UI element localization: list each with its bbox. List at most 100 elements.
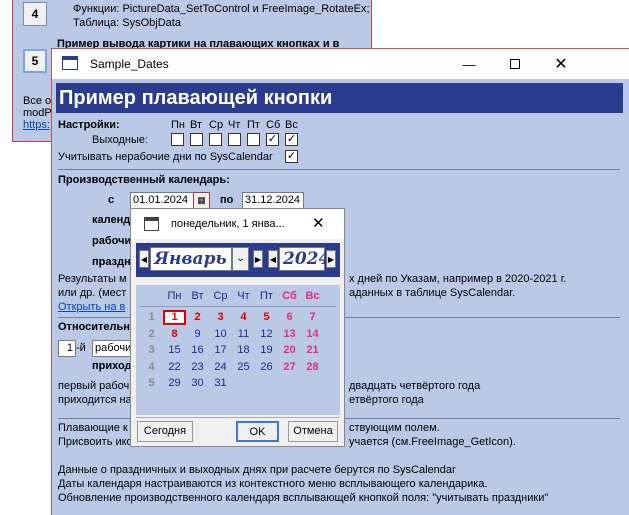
from-date-input[interactable]: 01.01.2024 (130, 192, 200, 209)
next-year-button[interactable]: ▶ (326, 250, 336, 268)
weekend-checkbox-fri[interactable] (247, 133, 260, 146)
day-cell[interactable]: 22 (163, 360, 186, 375)
day-cell[interactable]: 9 (186, 327, 209, 342)
day-cell[interactable]: 14 (301, 327, 324, 342)
day-cell[interactable]: 2 (186, 310, 209, 325)
month-dropdown-button[interactable]: ⌄ (232, 247, 249, 271)
first-text-1b: двадцать четвёртого года (349, 380, 481, 392)
triangle-left-icon: ◀ (269, 254, 277, 264)
calendar-picker-button[interactable]: ▦ (193, 192, 210, 209)
results-text-2a: или др. (мест (58, 287, 127, 299)
day-header: Вс (285, 119, 298, 131)
year-field[interactable]: 2024 (279, 247, 330, 271)
weekday-header: Вт (191, 290, 204, 302)
year-value: 2024 (283, 249, 331, 269)
row-number-4[interactable]: 4 (23, 2, 47, 26)
day-cell[interactable]: 23 (186, 360, 209, 375)
row4-line2: Таблица: SysObjData (73, 17, 181, 29)
minimize-icon: — (462, 56, 476, 72)
day-cell[interactable]: 21 (301, 343, 324, 358)
day-cell[interactable]: 24 (209, 360, 232, 375)
day-cell[interactable]: 3 (209, 310, 232, 325)
bg-link-fragment[interactable]: https: (23, 119, 50, 131)
divider (58, 169, 620, 170)
week-number: 2 (148, 327, 155, 340)
day-cell[interactable]: 17 (209, 343, 232, 358)
prev-month-button[interactable]: ◀ (139, 250, 149, 268)
day-cell[interactable]: 18 (232, 343, 255, 358)
today-button[interactable]: Сегодня (137, 421, 193, 442)
first-text-1a: первый рабоч (58, 380, 130, 392)
calendar-title-bar[interactable]: понедельник, 1 янва... ✕ (131, 209, 344, 239)
float-text-1b: ствующим полем. (349, 422, 440, 434)
weekend-checkbox-wed[interactable] (209, 133, 222, 146)
working-day-select[interactable]: рабочи (92, 340, 132, 357)
day-cell[interactable]: 1 (163, 310, 186, 325)
to-date-input[interactable]: 31.12.2024 (242, 192, 304, 209)
weekend-checkbox-mon[interactable] (171, 133, 184, 146)
weekend-checkbox-tue[interactable] (190, 133, 203, 146)
row-number-5[interactable]: 5 (23, 49, 47, 73)
day-cell[interactable]: 30 (186, 376, 209, 391)
info-line-1: Данные о праздничных и выходных днях при… (58, 464, 456, 476)
day-cell[interactable]: 15 (163, 343, 186, 358)
day-cell[interactable]: 10 (209, 327, 232, 342)
results-text-1a: Результаты м (58, 273, 127, 285)
calendar-popup: понедельник, 1 янва... ✕ ◀ Январь ⌄ ▶ ◀ … (130, 208, 345, 447)
maximize-icon (510, 59, 520, 69)
day-cell[interactable]: 16 (186, 343, 209, 358)
ok-button[interactable]: OK (236, 421, 279, 442)
weekend-checkbox-thu[interactable] (228, 133, 241, 146)
day-cell[interactable]: 25 (232, 360, 255, 375)
minimize-button[interactable]: — (446, 49, 492, 79)
maximize-button[interactable] (492, 49, 538, 79)
day-cell[interactable]: 20 (278, 343, 301, 358)
weekday-header: Чт (237, 290, 250, 302)
open-link[interactable]: Открыть на в (58, 301, 125, 313)
calendar-navigation: ◀ Январь ⌄ ▶ ◀ 2024 ▶ (136, 243, 340, 277)
n-suffix: -й (76, 342, 86, 354)
triangle-right-icon: ▶ (254, 254, 262, 264)
calendar-days-label: календ (92, 214, 131, 226)
info-line-3: Обновление производственного календаря в… (58, 492, 549, 504)
form-icon (62, 56, 78, 70)
page-header: Пример плавающей кнопки (56, 83, 623, 113)
weekday-header: Пн (167, 290, 182, 302)
day-cell[interactable]: 12 (255, 327, 278, 342)
syscal-checkbox[interactable]: ✓ (285, 150, 298, 163)
relative-label: Относительн (58, 321, 130, 333)
row4-line1: Функции: PictureData_SetToControl и Free… (73, 3, 370, 15)
results-text-1b: х дней по Указам, например в 2020-2021 г… (349, 273, 567, 285)
calendar-close-button[interactable]: ✕ (312, 214, 325, 232)
day-cell[interactable]: 8 (163, 327, 186, 342)
day-cell[interactable]: 31 (209, 376, 232, 391)
weekend-checkbox-sat[interactable]: ✓ (266, 133, 279, 146)
calendar-window-icon (144, 217, 159, 231)
close-icon: ✕ (554, 56, 568, 73)
day-cell[interactable]: 7 (301, 310, 324, 325)
day-cell[interactable]: 28 (301, 360, 324, 375)
next-month-button[interactable]: ▶ (253, 250, 263, 268)
day-cell[interactable]: 6 (278, 310, 301, 325)
day-cell[interactable]: 26 (255, 360, 278, 375)
cancel-button[interactable]: Отмена (288, 421, 338, 442)
results-text-2b: аданных в таблице SysCalendar. (349, 287, 516, 299)
float-text-1a: Плавающие к (58, 422, 128, 434)
working-days-label: рабочи (92, 235, 132, 247)
day-cell[interactable]: 13 (278, 327, 301, 342)
day-header: Вт (190, 119, 203, 131)
day-cell[interactable]: 19 (255, 343, 278, 358)
prev-year-button[interactable]: ◀ (268, 250, 278, 268)
day-cell[interactable]: 4 (232, 310, 255, 325)
day-cell[interactable]: 29 (163, 376, 186, 391)
weekday-header: Ср (213, 290, 228, 302)
day-cell[interactable]: 27 (278, 360, 301, 375)
close-button[interactable]: ✕ (538, 49, 584, 79)
day-cell[interactable]: 11 (232, 327, 255, 342)
n-input[interactable]: 1 (58, 340, 76, 357)
month-select[interactable]: Январь (150, 247, 232, 271)
prod-calendar-label: Производственный календарь: (58, 174, 230, 186)
weekend-checkbox-sun[interactable]: ✓ (285, 133, 298, 146)
day-cell[interactable]: 5 (255, 310, 278, 325)
title-bar[interactable]: Sample_Dates — ✕ (52, 49, 629, 79)
